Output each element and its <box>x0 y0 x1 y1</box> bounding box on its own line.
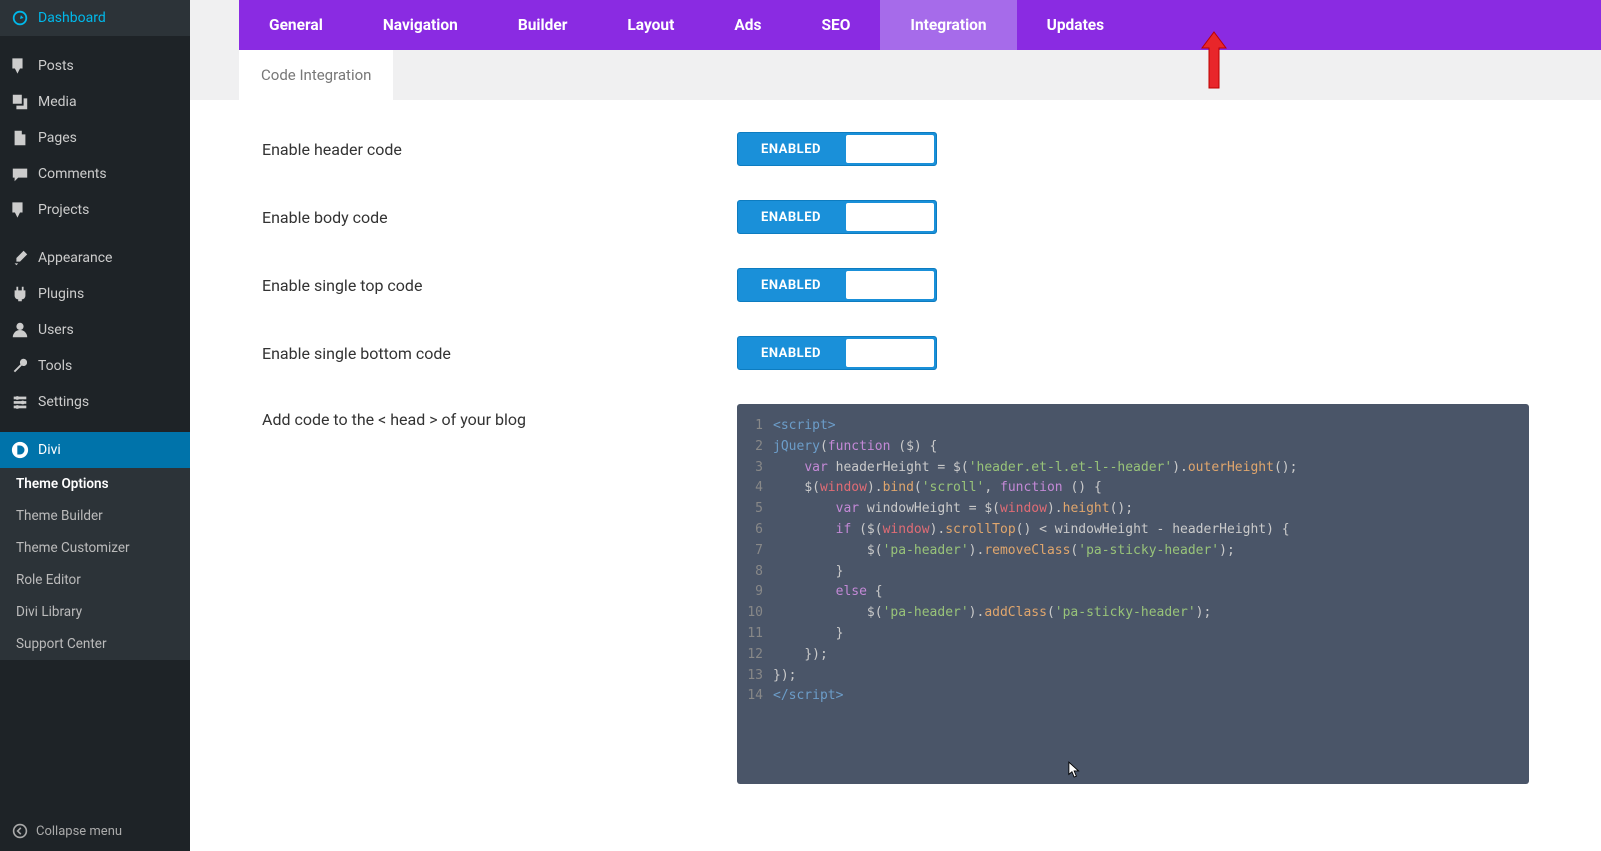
setting-label: Enable single bottom code <box>262 344 737 363</box>
plug-icon <box>10 284 30 304</box>
page-icon <box>10 128 30 148</box>
setting-row: Enable header code ENABLED <box>262 132 1529 166</box>
media-icon <box>10 92 30 112</box>
setting-label: Enable header code <box>262 140 737 159</box>
collapse-label: Collapse menu <box>36 824 122 839</box>
menu-separator <box>0 36 190 48</box>
menu-label: Media <box>38 94 77 110</box>
collapse-menu-button[interactable]: Collapse menu <box>0 811 190 851</box>
menu-item-posts[interactable]: Posts <box>0 48 190 84</box>
submenu-divi: Theme Options Theme Builder Theme Custom… <box>0 468 190 660</box>
user-icon <box>10 320 30 340</box>
submenu-theme-customizer[interactable]: Theme Customizer <box>0 532 190 564</box>
toggle-knob <box>846 135 934 163</box>
setting-label: Enable single top code <box>262 276 737 295</box>
menu-item-settings[interactable]: Settings <box>0 384 190 420</box>
menu-label: Users <box>38 322 74 338</box>
toggle-single-bottom[interactable]: ENABLED <box>737 336 937 370</box>
pin-icon <box>10 56 30 76</box>
menu-separator <box>0 228 190 240</box>
sub-tabs: Code Integration <box>239 50 1601 100</box>
annotation-arrow-icon <box>1200 30 1228 90</box>
settings-body: Enable header code ENABLED Enable body c… <box>190 100 1601 816</box>
menu-item-pages[interactable]: Pages <box>0 120 190 156</box>
submenu-theme-builder[interactable]: Theme Builder <box>0 500 190 532</box>
brush-icon <box>10 248 30 268</box>
setting-row: Enable body code ENABLED <box>262 200 1529 234</box>
code-label: Add code to the < head > of your blog <box>262 404 737 784</box>
tab-integration[interactable]: Integration <box>880 0 1016 50</box>
tabs-container: General Navigation Builder Layout Ads SE… <box>190 0 1601 100</box>
settings-icon <box>10 392 30 412</box>
tab-navigation[interactable]: Navigation <box>353 0 488 50</box>
divi-icon <box>10 440 30 460</box>
tab-builder[interactable]: Builder <box>488 0 598 50</box>
tab-updates[interactable]: Updates <box>1017 0 1135 50</box>
toggle-knob <box>846 339 934 367</box>
menu-item-plugins[interactable]: Plugins <box>0 276 190 312</box>
menu-item-projects[interactable]: Projects <box>0 192 190 228</box>
admin-sidebar: Dashboard Posts Media Pages Comments Pro… <box>0 0 190 851</box>
menu-item-comments[interactable]: Comments <box>0 156 190 192</box>
menu-item-users[interactable]: Users <box>0 312 190 348</box>
toggle-knob <box>846 203 934 231</box>
toggle-header-code[interactable]: ENABLED <box>737 132 937 166</box>
tab-general[interactable]: General <box>239 0 353 50</box>
menu-item-appearance[interactable]: Appearance <box>0 240 190 276</box>
setting-row: Enable single bottom code ENABLED <box>262 336 1529 370</box>
menu-separator <box>0 420 190 432</box>
toggle-knob <box>846 271 934 299</box>
menu-label: Plugins <box>38 286 84 302</box>
menu-label: Dashboard <box>38 10 106 26</box>
menu-item-divi[interactable]: Divi <box>0 432 190 468</box>
menu-label: Pages <box>38 130 77 146</box>
top-tabs: General Navigation Builder Layout Ads SE… <box>239 0 1601 50</box>
pin-icon <box>10 200 30 220</box>
menu-label: Posts <box>38 58 74 74</box>
menu-item-media[interactable]: Media <box>0 84 190 120</box>
comment-icon <box>10 164 30 184</box>
main-content: General Navigation Builder Layout Ads SE… <box>190 0 1601 851</box>
menu-label: Projects <box>38 202 89 218</box>
submenu-support-center[interactable]: Support Center <box>0 628 190 660</box>
setting-label: Enable body code <box>262 208 737 227</box>
menu-label: Tools <box>38 358 72 374</box>
tab-seo[interactable]: SEO <box>791 0 880 50</box>
menu-label: Comments <box>38 166 107 182</box>
code-editor[interactable]: 1<script> 2jQuery(function ($) { 3 var h… <box>737 404 1529 784</box>
tab-ads[interactable]: Ads <box>704 0 791 50</box>
toggle-state: ENABLED <box>738 346 844 361</box>
toggle-body-code[interactable]: ENABLED <box>737 200 937 234</box>
wrench-icon <box>10 356 30 376</box>
menu-label: Appearance <box>38 250 112 266</box>
submenu-theme-options[interactable]: Theme Options <box>0 468 190 500</box>
submenu-divi-library[interactable]: Divi Library <box>0 596 190 628</box>
toggle-state: ENABLED <box>738 142 844 157</box>
menu-item-tools[interactable]: Tools <box>0 348 190 384</box>
setting-row: Enable single top code ENABLED <box>262 268 1529 302</box>
menu-item-dashboard[interactable]: Dashboard <box>0 0 190 36</box>
toggle-single-top[interactable]: ENABLED <box>737 268 937 302</box>
menu-label: Settings <box>38 394 89 410</box>
toggle-state: ENABLED <box>738 210 844 225</box>
toggle-state: ENABLED <box>738 278 844 293</box>
collapse-icon <box>10 821 30 841</box>
menu-label: Divi <box>38 442 61 458</box>
dashboard-icon <box>10 8 30 28</box>
submenu-role-editor[interactable]: Role Editor <box>0 564 190 596</box>
subtab-code-integration[interactable]: Code Integration <box>239 50 393 100</box>
code-wrap: Add code to the < head > of your blog 1<… <box>262 404 1529 784</box>
tab-layout[interactable]: Layout <box>597 0 704 50</box>
